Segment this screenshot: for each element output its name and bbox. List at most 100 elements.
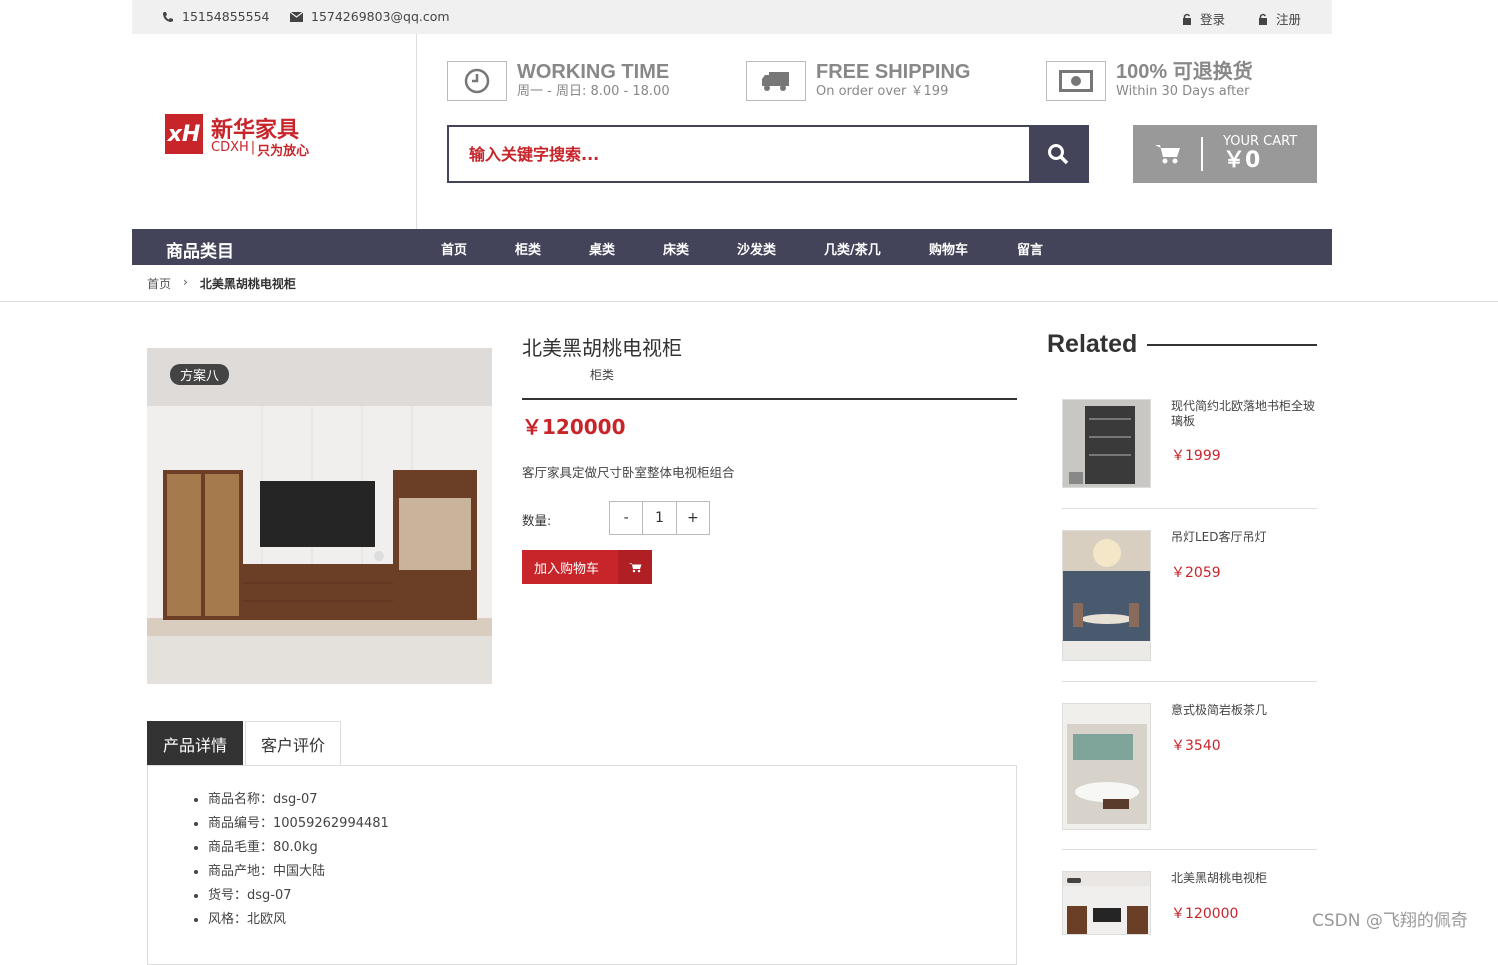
product-detail-list: 商品名称：dsg-07 商品编号：10059262994481 商品毛重：80.… xyxy=(208,788,1016,932)
feature-returns: 100% 可退换货 Within 30 Days after xyxy=(1046,61,1253,101)
logo-sub-brand: CDXH xyxy=(211,140,249,155)
clock-icon xyxy=(464,68,490,94)
related-divider xyxy=(1062,508,1317,509)
login-link[interactable]: 登录 xyxy=(1182,9,1225,28)
nav-item-home[interactable]: 首页 xyxy=(441,239,467,258)
list-item: 风格：北欧风 xyxy=(208,908,1016,932)
list-item: 商品编号：10059262994481 xyxy=(208,812,1016,836)
feature-free-shipping: FREE SHIPPING On order over ￥199 xyxy=(746,61,970,101)
related-item-name[interactable]: 意式极简岩板茶几 xyxy=(1171,703,1321,718)
cart-icon xyxy=(1155,145,1180,164)
divider xyxy=(0,301,1498,302)
feature-title: WORKING TIME xyxy=(517,61,670,83)
breadcrumb-home[interactable]: 首页 xyxy=(147,275,171,292)
related-item-price: ￥1999 xyxy=(1171,448,1221,464)
breadcrumb: 首页 › 北美黑胡桃电视柜 xyxy=(147,275,296,292)
nav-item-sofas[interactable]: 沙发类 xyxy=(737,239,776,258)
search-bar xyxy=(447,125,1089,183)
feature-title: FREE SHIPPING xyxy=(816,61,971,83)
cart-amount: ￥0 xyxy=(1223,148,1261,173)
feature-subtitle: On order over ￥199 xyxy=(816,84,949,99)
email-address: 1574269803@qq.com xyxy=(311,9,450,24)
top-bar: 15154855554 1574269803@qq.com 登录 注册 xyxy=(132,0,1332,34)
related-title: Related xyxy=(1047,330,1138,358)
feature-title: 100% 可退换货 xyxy=(1116,61,1253,83)
envelope-icon xyxy=(290,11,303,22)
breadcrumb-current: 北美黑胡桃电视柜 xyxy=(199,277,296,291)
search-button[interactable] xyxy=(1029,127,1087,181)
related-title-line xyxy=(1147,344,1317,346)
chevron-right-icon: › xyxy=(183,275,188,289)
product-tabs: 产品详情 客户评价 xyxy=(147,721,343,765)
feature-subtitle: Within 30 Days after xyxy=(1116,84,1250,99)
tv-cabinet-illustration xyxy=(147,348,492,684)
nav-item-beds[interactable]: 床类 xyxy=(663,239,689,258)
related-item-price: ￥3540 xyxy=(1171,738,1221,754)
list-item: 商品产地：中国大陆 xyxy=(208,860,1016,884)
related-item-name[interactable]: 现代简约北欧落地书柜全玻璃板 xyxy=(1171,399,1321,429)
nav-item-tables[interactable]: 桌类 xyxy=(589,239,615,258)
product-price: ￥120000 xyxy=(522,415,626,439)
feature-icon-box xyxy=(746,61,806,101)
title-divider xyxy=(522,398,1017,400)
feature-working-time: WORKING TIME 周一 - 周日: 8.00 - 18.00 xyxy=(447,61,670,101)
register-link[interactable]: 注册 xyxy=(1258,9,1301,28)
list-item: 货号：dsg-07 xyxy=(208,884,1016,908)
category-menu[interactable]: 商品类目 xyxy=(166,237,234,262)
list-item: 商品毛重：80.0kg xyxy=(208,836,1016,860)
related-item-price: ￥120000 xyxy=(1171,906,1239,922)
logo-slogan: 只为放心 xyxy=(257,144,310,159)
register-label[interactable]: 注册 xyxy=(1276,9,1301,28)
product-description: 客厅家具定做尺寸卧室整体电视柜组合 xyxy=(522,465,735,480)
cart-widget[interactable]: YOUR CART ￥0 xyxy=(1133,125,1317,183)
related-item-price: ￥2059 xyxy=(1171,565,1221,581)
cart-divider xyxy=(1201,137,1203,171)
product-badge: 方案八 xyxy=(170,364,230,385)
logo[interactable]: xH 新华家具 CDXH | 只为放心 xyxy=(132,34,417,229)
money-icon xyxy=(1059,70,1093,92)
logo-mark: xH xyxy=(165,114,203,154)
quantity-label: 数量: xyxy=(522,513,552,528)
related-item-image[interactable] xyxy=(1062,530,1151,661)
quantity-input[interactable]: 1 xyxy=(643,502,677,534)
list-item: 商品名称：dsg-07 xyxy=(208,788,1016,812)
tab-customer-reviews[interactable]: 客户评价 xyxy=(245,721,342,765)
contact-phone: 15154855554 xyxy=(162,9,269,24)
tab-product-details[interactable]: 产品详情 xyxy=(147,721,244,765)
quantity-stepper: - 1 + xyxy=(609,501,710,535)
search-icon xyxy=(1048,144,1069,165)
related-item-name[interactable]: 吊灯LED客厅吊灯 xyxy=(1171,530,1321,545)
product-title: 北美黑胡桃电视柜 xyxy=(522,336,682,360)
watermark: CSDN @飞翔的佩奇 xyxy=(1312,911,1468,931)
related-item-image[interactable] xyxy=(1062,399,1151,488)
nav-item-cart[interactable]: 购物车 xyxy=(929,239,968,258)
header: xH 新华家具 CDXH | 只为放心 WORKING TIME 周一 - 周日… xyxy=(132,34,1332,229)
cart-icon xyxy=(618,550,652,584)
login-label[interactable]: 登录 xyxy=(1200,9,1225,28)
logo-tagline: CDXH | 只为放心 xyxy=(211,140,310,159)
nav-item-cabinets[interactable]: 柜类 xyxy=(515,239,541,258)
phone-icon xyxy=(163,11,173,22)
feature-icon-box xyxy=(447,61,507,101)
lock-icon xyxy=(1183,13,1191,25)
cart-label: YOUR CART xyxy=(1223,134,1298,149)
feature-subtitle: 周一 - 周日: 8.00 - 18.00 xyxy=(517,84,670,99)
main-nav: 商品类目 首页 柜类 桌类 床类 沙发类 几类/茶几 购物车 留言 xyxy=(132,229,1332,265)
related-item-image[interactable] xyxy=(1062,703,1151,830)
related-divider xyxy=(1062,681,1317,682)
related-item-name[interactable]: 北美黑胡桃电视柜 xyxy=(1171,871,1321,886)
quantity-minus-button[interactable]: - xyxy=(610,502,644,534)
product-category[interactable]: 柜类 xyxy=(590,366,614,383)
nav-item-coffee-tables[interactable]: 几类/茶几 xyxy=(824,239,881,258)
search-input[interactable] xyxy=(449,127,1029,181)
quantity-plus-button[interactable]: + xyxy=(677,502,709,534)
product-image: 方案八 xyxy=(147,348,492,684)
add-to-cart-label: 加入购物车 xyxy=(534,561,600,577)
phone-number: 15154855554 xyxy=(182,9,270,24)
nav-item-messages[interactable]: 留言 xyxy=(1017,239,1043,258)
related-divider xyxy=(1062,849,1317,850)
lock-icon xyxy=(1259,13,1267,25)
tab-content: 商品名称：dsg-07 商品编号：10059262994481 商品毛重：80.… xyxy=(147,765,1017,965)
add-to-cart-button[interactable]: 加入购物车 xyxy=(522,550,652,584)
related-item-image[interactable] xyxy=(1062,871,1151,935)
